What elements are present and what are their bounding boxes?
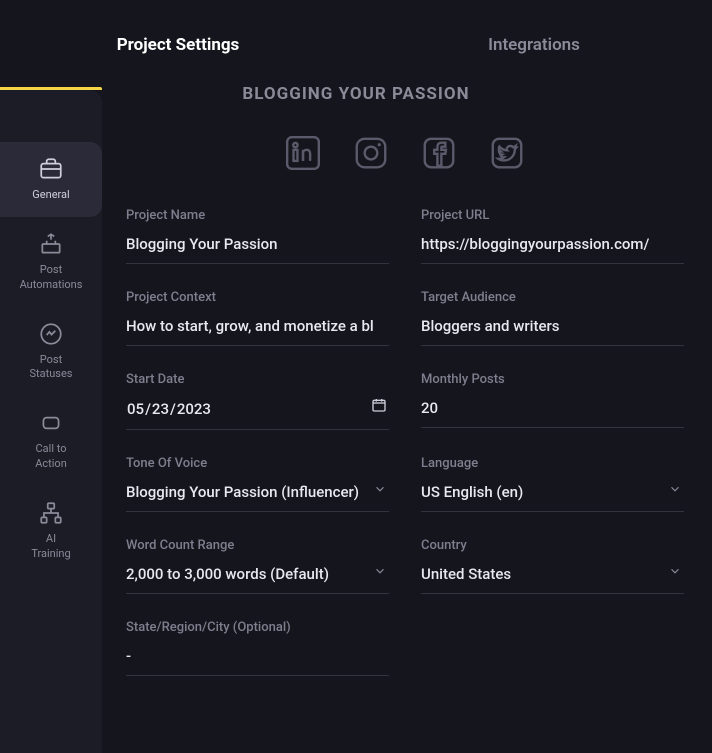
label-country: Country — [421, 538, 684, 553]
field-word-count-range: Word Count Range 2,000 to 3,000 words (D… — [126, 538, 389, 594]
project-settings-form: Project Name Project URL Project Context… — [126, 208, 684, 676]
sidebar-item-post-automations[interactable]: Post Automations — [0, 217, 102, 307]
input-state-region-city[interactable] — [126, 641, 389, 676]
input-start-date[interactable] — [126, 393, 389, 430]
field-project-url: Project URL — [421, 208, 684, 264]
facebook-icon[interactable] — [420, 134, 458, 172]
sidebar-label-call-to-action: Call to Action — [35, 442, 67, 472]
instagram-icon[interactable] — [352, 134, 390, 172]
sidebar-item-call-to-action[interactable]: Call to Action — [0, 396, 102, 486]
label-state-region-city: State/Region/City (Optional) — [126, 620, 389, 635]
field-project-name: Project Name — [126, 208, 389, 264]
field-project-context: Project Context — [126, 290, 389, 346]
sidebar-label-ai-training: AI Training — [31, 532, 70, 562]
label-monthly-posts: Monthly Posts — [421, 372, 684, 387]
select-country[interactable]: United States — [421, 559, 684, 594]
label-start-date: Start Date — [126, 372, 389, 387]
top-tab-bar: Project Settings Integrations BLOGGING Y… — [0, 0, 712, 90]
sidebar-item-post-statuses[interactable]: Post Statuses — [0, 307, 102, 397]
field-language: Language US English (en) — [421, 456, 684, 512]
sidebar-label-post-automations: Post Automations — [20, 263, 83, 293]
hierarchy-icon — [38, 500, 64, 526]
linkedin-icon[interactable] — [284, 134, 322, 172]
input-monthly-posts[interactable] — [421, 393, 684, 428]
label-word-count-range: Word Count Range — [126, 538, 389, 553]
select-word-count-range[interactable]: 2,000 to 3,000 words (Default) — [126, 559, 389, 594]
input-target-audience[interactable] — [421, 311, 684, 346]
label-project-url: Project URL — [421, 208, 684, 223]
sidebar-item-general[interactable]: General — [0, 142, 102, 217]
label-target-audience: Target Audience — [421, 290, 684, 305]
input-project-name[interactable] — [126, 229, 389, 264]
field-monthly-posts: Monthly Posts — [421, 372, 684, 430]
status-icon — [38, 321, 64, 347]
input-project-context[interactable] — [126, 311, 389, 346]
label-project-context: Project Context — [126, 290, 389, 305]
social-links-row — [126, 134, 684, 208]
field-start-date: Start Date — [126, 372, 389, 430]
field-country: Country United States — [421, 538, 684, 594]
settings-content: Project Name Project URL Project Context… — [102, 90, 712, 753]
sidebar-label-post-statuses: Post Statuses — [30, 353, 73, 383]
select-language[interactable]: US English (en) — [421, 477, 684, 512]
tab-integrations[interactable]: Integrations — [356, 1, 712, 89]
settings-sidebar: General Post Automations Post Statuses — [0, 90, 102, 753]
briefcase-icon — [38, 156, 64, 182]
twitter-icon[interactable] — [488, 134, 526, 172]
label-project-name: Project Name — [126, 208, 389, 223]
automation-icon — [38, 231, 64, 257]
field-tone-of-voice: Tone Of Voice Blogging Your Passion (Inf… — [126, 456, 389, 512]
sidebar-item-ai-training[interactable]: AI Training — [0, 486, 102, 576]
tab-project-settings[interactable]: Project Settings — [0, 1, 356, 89]
field-state-region-city: State/Region/City (Optional) — [126, 620, 389, 676]
label-tone-of-voice: Tone Of Voice — [126, 456, 389, 471]
sidebar-label-general: General — [32, 188, 69, 203]
input-project-url[interactable] — [421, 229, 684, 264]
select-tone-of-voice[interactable]: Blogging Your Passion (Influencer) — [126, 477, 389, 512]
label-language: Language — [421, 456, 684, 471]
cta-icon — [38, 410, 64, 436]
field-target-audience: Target Audience — [421, 290, 684, 346]
